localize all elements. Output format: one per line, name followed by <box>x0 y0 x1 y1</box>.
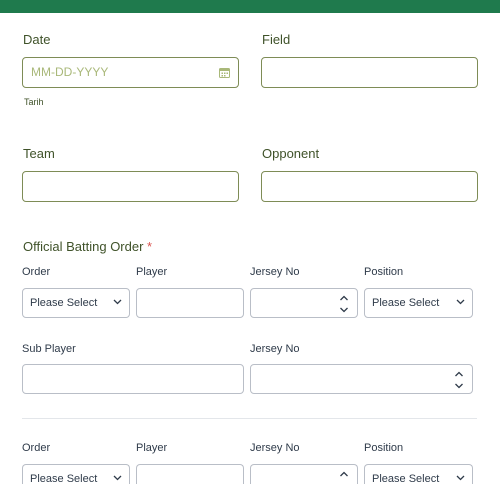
opponent-input[interactable] <box>261 171 478 202</box>
field-input[interactable] <box>261 57 478 88</box>
jersey-label: Jersey No <box>250 266 300 278</box>
chevron-down-icon <box>456 475 465 481</box>
chevron-down-icon <box>113 299 122 305</box>
required-mark: * <box>147 239 153 254</box>
order-label: Order <box>22 442 51 454</box>
date-input[interactable]: MM-DD-YYYY <box>22 57 239 88</box>
jersey-stepper[interactable] <box>250 464 358 484</box>
sub-jersey-label: Jersey No <box>250 343 300 355</box>
position-select[interactable]: Please Select <box>364 464 473 485</box>
order-select-value: Please Select <box>30 297 98 309</box>
order-select[interactable]: Please Select <box>22 464 130 485</box>
team-label: Team <box>23 146 55 161</box>
calendar-icon[interactable] <box>219 67 230 78</box>
date-sublabel: Tarih <box>24 97 44 107</box>
jersey-label: Jersey No <box>250 442 300 454</box>
stepper-arrows-icon[interactable] <box>339 469 349 481</box>
position-select-value: Please Select <box>372 297 440 309</box>
header-bar <box>0 0 500 13</box>
chevron-down-icon <box>456 299 465 305</box>
chevron-down-icon <box>113 475 122 481</box>
sub-player-label: Sub Player <box>22 343 76 355</box>
batting-order-title-text: Official Batting Order <box>23 239 144 254</box>
stepper-arrows-icon[interactable] <box>339 293 349 315</box>
position-label: Position <box>364 442 404 454</box>
player-input[interactable] <box>136 288 244 318</box>
batting-order-title: Official Batting Order * <box>23 239 152 254</box>
sub-player-input[interactable] <box>22 364 244 394</box>
field-label: Field <box>262 32 291 47</box>
order-label: Order <box>22 266 51 278</box>
position-select-value: Please Select <box>372 473 440 485</box>
position-select[interactable]: Please Select <box>364 288 473 318</box>
order-select-value: Please Select <box>30 473 98 485</box>
date-placeholder: MM-DD-YYYY <box>31 65 109 79</box>
row-divider <box>22 418 477 419</box>
stepper-arrows-icon[interactable] <box>454 369 464 391</box>
position-label: Position <box>364 266 404 278</box>
team-input[interactable] <box>22 171 239 202</box>
player-label: Player <box>136 266 168 278</box>
jersey-stepper[interactable] <box>250 288 358 318</box>
sub-jersey-stepper[interactable] <box>250 364 473 394</box>
opponent-label: Opponent <box>262 146 320 161</box>
date-label: Date <box>23 32 51 47</box>
player-label: Player <box>136 442 168 454</box>
order-select[interactable]: Please Select <box>22 288 130 318</box>
player-input[interactable] <box>136 464 244 484</box>
